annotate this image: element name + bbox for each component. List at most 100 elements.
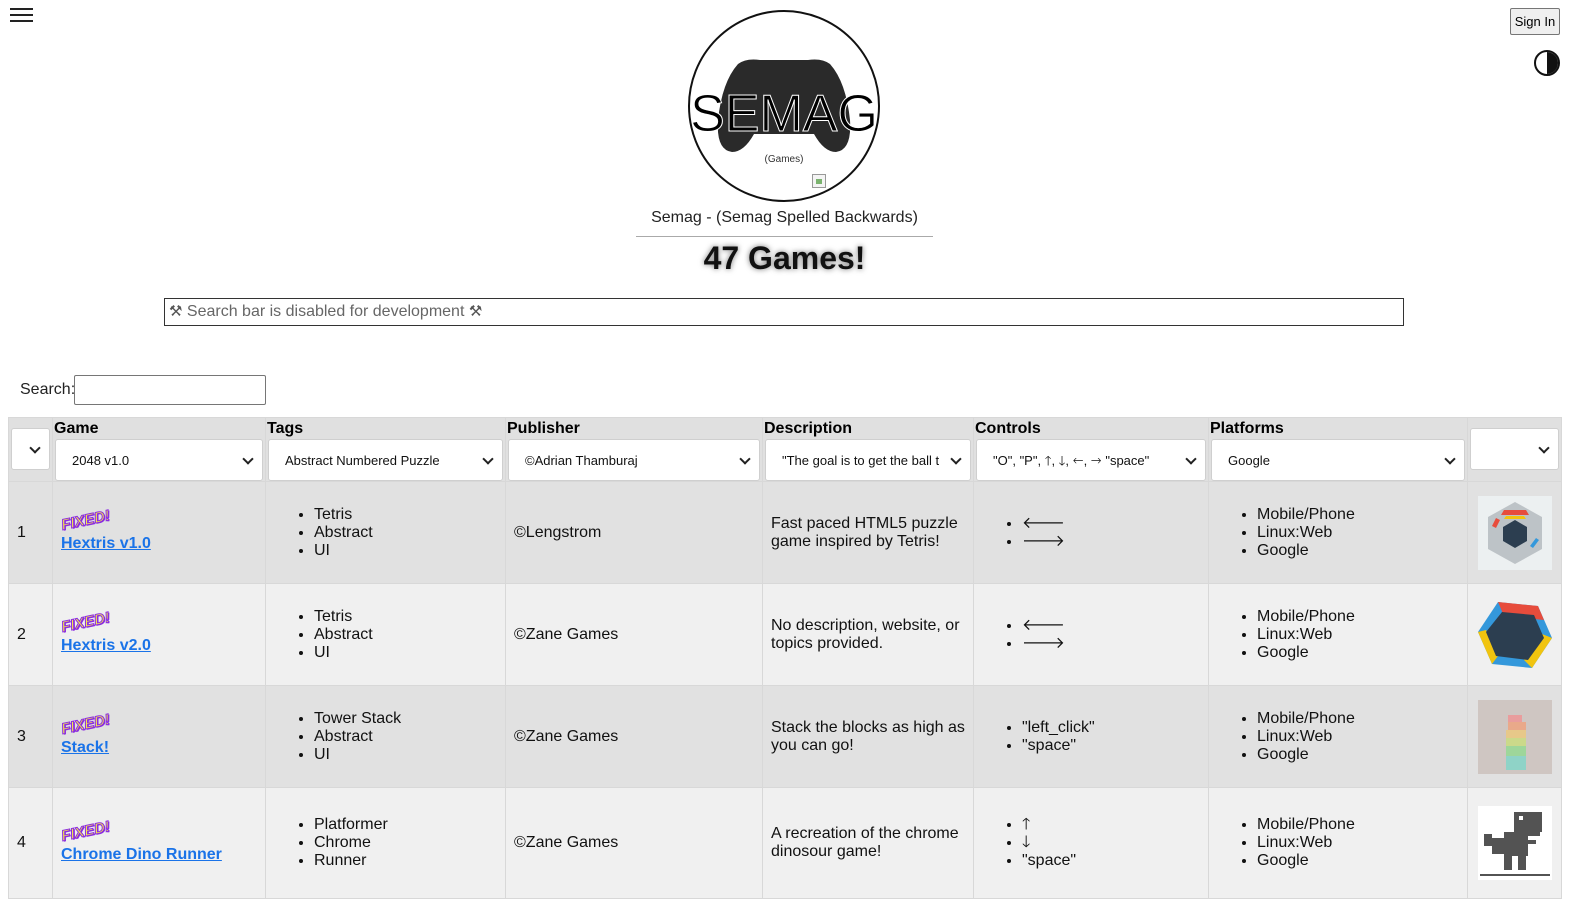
row-number: 1 [8, 481, 53, 584]
platform-item: Google [1257, 542, 1467, 560]
tags-cell: Platformer Chrome Runner [265, 787, 506, 899]
thumbnail-cell[interactable] [1467, 685, 1562, 788]
tag-item: Abstract [314, 626, 505, 644]
filter-select-game[interactable]: 2048 v1.0 [55, 439, 263, 481]
platform-item: Google [1257, 644, 1467, 662]
tags-cell: Tetris Abstract UI [265, 481, 506, 584]
hamburger-menu-icon[interactable] [10, 6, 33, 30]
fixed-badge: FIXED! [59, 609, 112, 637]
game-link[interactable]: Hextris v2.0 [61, 637, 265, 655]
stack-thumbnail[interactable] [1477, 699, 1552, 774]
game-link[interactable]: Hextris v1.0 [61, 535, 265, 553]
theme-toggle-icon[interactable] [1534, 50, 1560, 76]
dev-search-bar[interactable]: ⚒ Search bar is disabled for development… [164, 298, 1404, 326]
fixed-badge: FIXED! [59, 711, 112, 739]
fixed-badge: FIXED! [59, 507, 112, 535]
dino-thumbnail[interactable] [1477, 806, 1552, 880]
control-item: "space" [1022, 737, 1208, 755]
filter-select-index[interactable] [11, 428, 50, 470]
filter-select-tags[interactable]: Abstract Numbered Puzzle [268, 439, 503, 481]
column-header-game: Game 2048 v1.0 [52, 417, 266, 482]
control-item: 🡑 [1022, 816, 1208, 834]
tag-item: Platformer [314, 816, 505, 834]
platform-item: Mobile/Phone [1257, 506, 1467, 524]
column-header-controls: Controls "O", "P", 🡑, 🡓, 🡐, 🡒 "space" [973, 417, 1209, 482]
logo-subtext: (Games) [764, 154, 804, 165]
publisher-cell: ©Zane Games [505, 685, 763, 788]
column-header-description: Description "The goal is to get the ball… [762, 417, 974, 482]
publisher-cell: ©Zane Games [505, 787, 763, 899]
controls-cell: "left_click" "space" [973, 685, 1209, 788]
column-label: Description [764, 420, 853, 437]
site-tagline: Semag - (Semag Spelled Backwards) [651, 209, 918, 226]
thumbnail-cell[interactable] [1467, 481, 1562, 584]
tag-item: UI [314, 542, 505, 560]
thumbnail-cell[interactable] [1467, 583, 1562, 686]
description-cell: Fast paced HTML5 puzzle game inspired by… [762, 481, 974, 584]
control-item: 🡐 [1022, 617, 1208, 635]
game-cell: FIXED! Stack! [52, 685, 266, 788]
description-cell: A recreation of the chrome dinosour game… [762, 787, 974, 899]
dev-search-placeholder: Search bar is disabled for development [186, 303, 465, 321]
table-row: 3 FIXED! Stack! Tower Stack Abstract UI … [8, 685, 1562, 788]
hextris-v2-thumbnail[interactable] [1477, 598, 1552, 672]
filter-select-publisher[interactable]: ©Adrian Thamburaj [508, 439, 760, 481]
platform-item: Linux:Web [1257, 626, 1467, 644]
broken-image-icon [812, 174, 826, 188]
sign-in-button[interactable]: Sign In [1510, 8, 1560, 35]
platforms-cell: Mobile/Phone Linux:Web Google [1208, 481, 1468, 584]
divider [636, 236, 933, 237]
control-item: 🡒 [1022, 533, 1208, 551]
control-item: 🡐 [1022, 515, 1208, 533]
platform-item: Mobile/Phone [1257, 710, 1467, 728]
tag-item: Tower Stack [314, 710, 505, 728]
table-row: 4 FIXED! Chrome Dino Runner Platformer C… [8, 787, 1562, 899]
row-number: 4 [8, 787, 53, 899]
description-cell: Stack the blocks as high as you can go! [762, 685, 974, 788]
filter-select-thumbnail[interactable] [1470, 428, 1559, 470]
column-label: Platforms [1210, 420, 1284, 437]
platform-item: Linux:Web [1257, 524, 1467, 542]
tag-item: Chrome [314, 834, 505, 852]
description-cell: No description, website, or topics provi… [762, 583, 974, 686]
game-cell: FIXED! Chrome Dino Runner [52, 787, 266, 899]
platform-item: Google [1257, 746, 1467, 764]
publisher-cell: ©Lengstrom [505, 481, 763, 584]
tools-icon: ⚒ [169, 303, 183, 320]
tags-cell: Tower Stack Abstract UI [265, 685, 506, 788]
controls-cell: 🡑 🡓 "space" [973, 787, 1209, 899]
column-header-platforms: Platforms Google [1208, 417, 1468, 482]
fixed-badge: FIXED! [59, 817, 112, 845]
thumbnail-cell[interactable] [1467, 787, 1562, 899]
column-label: Publisher [507, 420, 580, 437]
column-header-thumbnail [1467, 417, 1562, 482]
platform-item: Google [1257, 852, 1467, 870]
tag-item: Abstract [314, 728, 505, 746]
filter-select-controls[interactable]: "O", "P", 🡑, 🡓, 🡐, 🡒 "space" [976, 439, 1206, 481]
hextris-v1-thumbnail[interactable] [1477, 495, 1552, 570]
search-input[interactable] [74, 375, 266, 405]
platform-item: Mobile/Phone [1257, 816, 1467, 834]
column-header-tags: Tags Abstract Numbered Puzzle [265, 417, 506, 482]
tools-icon: ⚒ [468, 303, 483, 320]
column-label: Game [54, 420, 99, 437]
semag-logo: SEMAG (Games) [688, 10, 880, 202]
platform-item: Linux:Web [1257, 728, 1467, 746]
game-link[interactable]: Stack! [61, 739, 265, 757]
controls-cell: 🡐 🡒 [973, 583, 1209, 686]
platforms-cell: Mobile/Phone Linux:Web Google [1208, 787, 1468, 899]
game-link[interactable]: Chrome Dino Runner [61, 846, 265, 864]
tag-item: Tetris [314, 608, 505, 626]
game-count-heading: 47 Games! [703, 240, 866, 276]
control-item: 🡒 [1022, 635, 1208, 653]
platform-item: Linux:Web [1257, 834, 1467, 852]
platforms-cell: Mobile/Phone Linux:Web Google [1208, 583, 1468, 686]
column-label: Controls [975, 420, 1041, 437]
tag-item: Abstract [314, 524, 505, 542]
filter-select-platforms[interactable]: Google [1211, 439, 1465, 481]
table-header-row: Game 2048 v1.0 Tags Abstract Numbered Pu… [8, 417, 1562, 482]
control-item: "left_click" [1022, 719, 1208, 737]
search-label: Search: [20, 381, 76, 398]
tag-item: UI [314, 644, 505, 662]
filter-select-description[interactable]: "The goal is to get the ball t [765, 439, 971, 481]
